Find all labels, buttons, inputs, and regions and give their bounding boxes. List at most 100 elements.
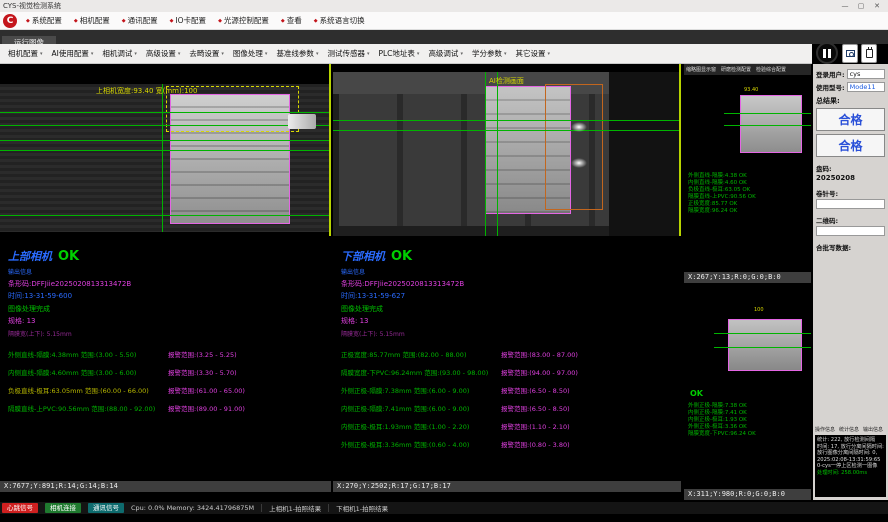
camera-connect-badge[interactable]: 相机连接 (45, 503, 81, 513)
toolbar: 相机配置▾AI使用配置▾相机调试▾高级设置▾去畸设置▾图像处理▾基准线参数▾测试… (0, 44, 812, 64)
maximize-button[interactable]: ▢ (853, 0, 869, 12)
qr-label: 二维码: (816, 215, 885, 225)
thumb-measurement-line-label: 外侧直线-隔膜:4.38 OK (688, 173, 747, 179)
plug-icon (866, 49, 873, 58)
thumb-top-image[interactable]: 93.40 (684, 79, 811, 167)
comm-signal-badge[interactable]: 通讯信号 (88, 503, 124, 513)
menu-item[interactable]: ◆系统配置 (26, 15, 62, 26)
overlay-line (714, 333, 811, 334)
upper-camera-result-label: 上相机1-拍照结果 (269, 503, 321, 513)
toolbar-item-label: 学分参数 (472, 48, 502, 59)
toolbar-item-label: 测试传感器 (327, 48, 365, 59)
toolbar-item[interactable]: AI使用配置▾ (52, 48, 94, 59)
minimize-button[interactable]: — (837, 0, 853, 12)
toolbar-item[interactable]: 基准线参数▾ (276, 48, 318, 59)
chevron-down-icon: ▾ (547, 51, 550, 57)
thumb-measurement-line-label: 隔膜宽度-下PVC:96.24 OK (688, 431, 756, 437)
chevron-down-icon: ▾ (417, 51, 420, 57)
menu-item[interactable]: ◆查看 (281, 15, 302, 26)
toolbar-item[interactable]: 高级设置▾ (146, 48, 181, 59)
divider (328, 504, 329, 512)
statistics-line-label: 处理时间: 258.00ms (817, 470, 867, 476)
toolbar-item-label: 其它设置 (515, 48, 545, 59)
model-field[interactable]: Mode11 (847, 82, 885, 92)
overlay-line (0, 140, 331, 141)
thumb-measurement-list: 外侧直线-隔膜:4.38 OK内侧直线-隔膜:4.60 OK负极直线-极耳:63… (688, 173, 756, 215)
menu-item[interactable]: ◆通讯配置 (122, 15, 158, 26)
alarm-range: 报警范围:(3.25 - 5.25) (168, 351, 237, 359)
thumb-measurement-line-label: 外侧正极-极耳:3.36 OK (688, 424, 747, 430)
toolbar-item[interactable]: 学分参数▾ (472, 48, 507, 59)
login-user-field[interactable]: cys (847, 69, 885, 79)
menu-item[interactable]: ◆IO卡配置 (170, 15, 206, 26)
app-window: CYS-视觉检测系统 — ▢ ✕ ◆系统配置◆相机配置◆通讯配置◆IO卡配置◆光… (0, 0, 888, 522)
menu-item[interactable]: ◆系统语言切换 (314, 15, 365, 26)
heartbeat-status-badge[interactable]: 心跳信号 (2, 503, 38, 513)
pause-button[interactable] (816, 42, 838, 64)
menu-item[interactable]: ◆光源控制配置 (218, 15, 269, 26)
overlay-line (714, 347, 811, 348)
toolbar-item[interactable]: 相机调试▾ (102, 48, 137, 59)
measurement-list: 外侧直线-隔膜:4.38mm 范围:(3.00 - 5.50) 报警范围:(3.… (8, 351, 327, 413)
note-text: 隔膜宽(上下): 5.15mm (341, 329, 677, 338)
info-tabs: 操作信息统计信息输出信息 (815, 426, 883, 433)
divider (261, 504, 262, 512)
right-panel-tab-label: 检验综合配置 (756, 67, 786, 73)
lower-camera-image[interactable]: AI检测画面 (333, 64, 681, 236)
thumb-result: OK (690, 389, 703, 398)
disc-code-value: 20250208 (816, 174, 885, 182)
menu-item-icon: ◆ (281, 18, 285, 24)
alarm-range: 报警范围:(0.80 - 3.80) (501, 441, 570, 449)
overlay-line (333, 130, 681, 131)
toolbar-item[interactable]: 去畸设置▾ (189, 48, 224, 59)
toolbar-item-label: 相机调试 (102, 48, 132, 59)
upper-camera-image[interactable]: 上相机宽度:93.40 宽(mm):100 (0, 64, 331, 236)
toolbar-item[interactable]: 其它设置▾ (515, 48, 550, 59)
chevron-down-icon: ▾ (221, 51, 224, 57)
lower-camera-result-label: 下相机1-拍照结果 (336, 503, 388, 513)
statistics-line: 放行图像分离间隔时间: 0, (817, 450, 884, 457)
right-panel-tab[interactable]: 缩略图显示窗 (686, 66, 716, 73)
machine-shadow (609, 72, 681, 236)
overlay-line (724, 125, 811, 126)
statistics-line-label: 放行图像分离间隔时间: 0, (817, 450, 877, 456)
thumb-measurement-line-label: 内侧正极-隔膜:7.41 OK (688, 410, 747, 416)
toolbar-item[interactable]: 相机配置▾ (8, 48, 43, 59)
alarm-range: 报警范围:(61.00 - 65.00) (168, 387, 245, 395)
menu-item[interactable]: ◆相机配置 (74, 15, 110, 26)
overlay-line (497, 72, 498, 236)
toolbar-item[interactable]: 测试传感器▾ (327, 48, 369, 59)
toolbar-item-label: 基准线参数 (276, 48, 314, 59)
chevron-down-icon: ▾ (91, 51, 94, 57)
qr-field[interactable] (816, 226, 885, 236)
close-button[interactable]: ✕ (869, 0, 885, 12)
divider-line (679, 64, 681, 236)
info-tab[interactable]: 统计信息 (839, 426, 859, 433)
thumb-bottom-image[interactable]: 100 (684, 295, 811, 387)
device-tool-button[interactable] (861, 44, 877, 63)
statistics-line-label: 0-cys一停上区检测一图像 (817, 463, 878, 469)
camera-tool-button[interactable] (842, 44, 858, 63)
login-user-label: 登录用户: (816, 69, 845, 79)
statistics-line: 0-cys一停上区检测一图像 (817, 463, 884, 470)
toolbar-item-label: 高级调试 (428, 48, 458, 59)
toolbar-item[interactable]: PLC地址表▾ (378, 48, 419, 59)
thumbnail-panel-bottom: 100 OK 外侧正极-隔膜:7.38 OK内侧正极-隔膜:7.41 OK内侧正… (684, 285, 811, 500)
toolbar-item-label: 高级设置 (146, 48, 176, 59)
menu-item-icon: ◆ (170, 18, 174, 24)
pause-icon (823, 49, 826, 58)
result-box-1: 合格 (816, 108, 885, 131)
right-panel-tab[interactable]: 检验综合配置 (756, 66, 786, 73)
time-text: 时间:13-31-59-627 (341, 291, 677, 301)
info-tab[interactable]: 输出信息 (863, 426, 883, 433)
model-label: 使用型号: (816, 82, 845, 92)
needle-field[interactable] (816, 199, 885, 209)
app-logo-icon: C (3, 14, 17, 28)
overlay-measurement-text: 100 (754, 307, 764, 313)
measurement-value: 外侧直线-隔膜:4.38mm 范围:(3.00 - 5.50) (8, 351, 168, 359)
overlay-line (0, 112, 331, 113)
info-tab[interactable]: 操作信息 (815, 426, 835, 433)
right-panel-tab[interactable]: 研磨检测配置 (721, 66, 751, 73)
toolbar-item[interactable]: 图像处理▾ (233, 48, 268, 59)
toolbar-item[interactable]: 高级调试▾ (428, 48, 463, 59)
